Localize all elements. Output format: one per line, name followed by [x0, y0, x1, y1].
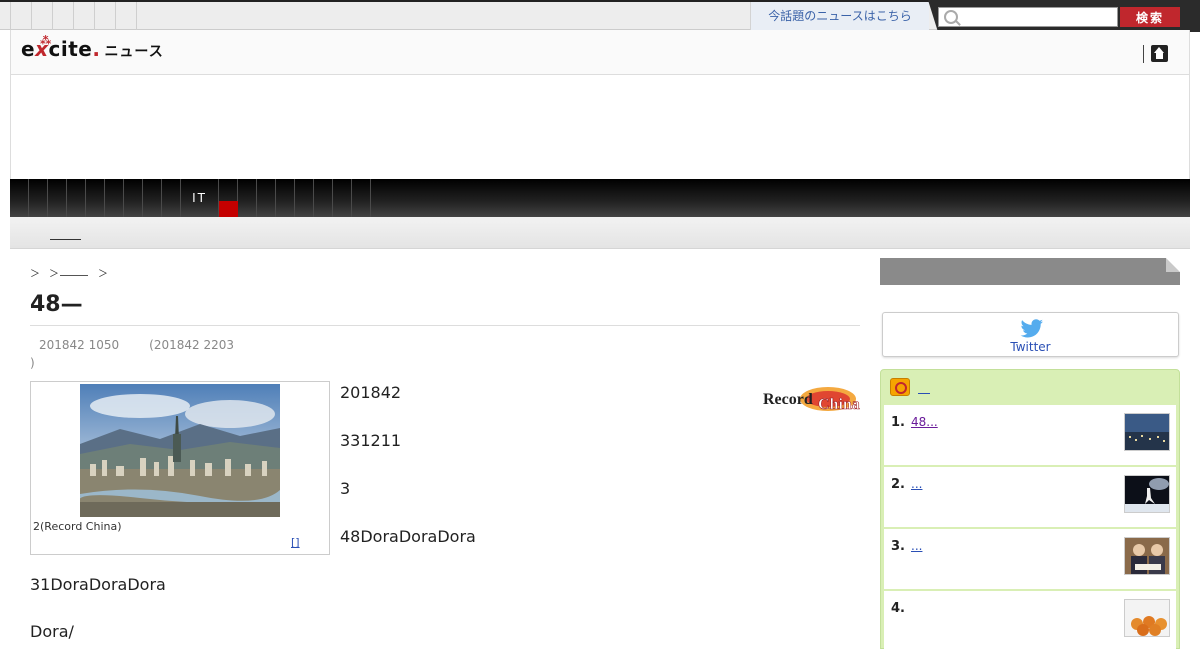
category-tab[interactable]: [352, 179, 371, 217]
divider: [1143, 45, 1144, 63]
logo-letter: e: [21, 37, 36, 61]
logo-dot: .: [92, 37, 101, 61]
rank-link[interactable]: 48...: [911, 415, 961, 429]
svg-text:Record: Record: [763, 391, 813, 408]
category-tab[interactable]: [67, 179, 86, 217]
search-button[interactable]: 検索: [1120, 7, 1180, 27]
svg-text:China: China: [818, 396, 860, 413]
utility-tab[interactable]: [10, 2, 32, 30]
rank-thumbnail[interactable]: [1124, 413, 1170, 451]
article-paragraph: 3: [340, 479, 351, 498]
published-date: 201842 1050: [39, 338, 120, 352]
breadcrumb-link[interactable]: [60, 265, 88, 276]
header-logo-row: ⁂ excite. ニュース: [10, 30, 1190, 75]
page-title: 48—: [30, 292, 83, 317]
divider: [30, 325, 860, 326]
ranking-title-link[interactable]: [918, 381, 930, 394]
ranking-list: 1. 48... 2. ... 3. ... 4.: [884, 405, 1176, 653]
article-paragraph: 31DoraDoraDora: [30, 575, 166, 594]
twitter-label: Twitter: [1010, 340, 1051, 354]
article-paragraph: 48DoraDoraDora: [340, 527, 476, 546]
category-tab[interactable]: [86, 179, 105, 217]
utility-tabs: [10, 2, 137, 30]
breadcrumb-separator: ＞: [30, 269, 40, 280]
city-skyline-image: [80, 384, 280, 517]
food-image: [1125, 600, 1169, 636]
article-dateline: 201842 1050 (201842 2203 ): [30, 336, 290, 372]
article-paragraph: Dora/: [30, 622, 74, 641]
category-tab[interactable]: [124, 179, 143, 217]
search-input[interactable]: [938, 7, 1118, 27]
category-tab[interactable]: [295, 179, 314, 217]
list-item[interactable]: 2. ...: [884, 467, 1176, 527]
article-photo[interactable]: [80, 384, 280, 517]
rank-number: 4.: [891, 601, 905, 616]
photo-more-link[interactable]: []: [291, 536, 325, 549]
category-tab[interactable]: [162, 179, 181, 217]
trending-news-link[interactable]: 今話題のニュースはこちら: [750, 2, 929, 30]
search-area: 検索: [928, 0, 1200, 32]
ranking-panel: 1. 48... 2. ... 3. ... 4.: [880, 369, 1180, 651]
category-tab[interactable]: [143, 179, 162, 217]
rank-link[interactable]: [911, 601, 925, 613]
list-item[interactable]: 1. 48...: [884, 405, 1176, 465]
article-paragraph: 331211: [340, 431, 402, 450]
rank-link[interactable]: ...: [911, 539, 945, 553]
twitter-icon: [1020, 319, 1043, 338]
utility-tab[interactable]: [95, 2, 116, 30]
category-tab[interactable]: [48, 179, 67, 217]
home-icon[interactable]: [1151, 45, 1168, 62]
category-tab[interactable]: [219, 179, 238, 217]
category-tab[interactable]: [238, 179, 257, 217]
rank-thumbnail[interactable]: [1124, 537, 1170, 575]
logo-spark-icon: ⁂: [40, 34, 52, 47]
rank-number: 1.: [891, 415, 905, 430]
category-tab[interactable]: [29, 179, 48, 217]
top-utility-bar: 今話題のニュースはこちら 検索: [0, 0, 1200, 32]
breadcrumb: ＞ ＞ ＞: [30, 265, 117, 280]
category-tab[interactable]: IT: [181, 179, 219, 217]
rank-thumbnail[interactable]: [1124, 475, 1170, 513]
utility-tab[interactable]: [116, 2, 137, 30]
breadcrumb-separator: ＞: [98, 269, 108, 280]
category-tab[interactable]: [257, 179, 276, 217]
rank-number: 3.: [891, 539, 905, 554]
sub-nav: [10, 217, 1190, 249]
search-icon: [944, 10, 958, 24]
category-nav: IT: [10, 179, 1190, 217]
list-item[interactable]: 4.: [884, 591, 1176, 651]
utility-tab[interactable]: [32, 2, 53, 30]
utility-tab[interactable]: [53, 2, 74, 30]
rank-thumbnail[interactable]: [1124, 599, 1170, 637]
skater-image: [1125, 476, 1169, 512]
city-night-image: [1125, 414, 1169, 450]
people-image: [1125, 538, 1169, 574]
utility-tab[interactable]: [74, 2, 95, 30]
category-tab[interactable]: [333, 179, 352, 217]
category-tab[interactable]: [314, 179, 333, 217]
article-photo-box: 2(Record China) []: [30, 381, 330, 555]
sub-nav-link[interactable]: [50, 225, 81, 240]
ranking-icon: [890, 378, 910, 396]
breadcrumb-separator: ＞: [49, 269, 59, 280]
sidebar-header-bar: [880, 258, 1180, 285]
list-item[interactable]: 3. ...: [884, 529, 1176, 589]
article-paragraph: 201842: [340, 383, 402, 402]
record-china-logo: Record China: [763, 387, 860, 413]
rank-link[interactable]: ...: [911, 477, 977, 491]
category-tab[interactable]: [105, 179, 124, 217]
logo-news-label: ニュース: [104, 44, 164, 60]
category-tab[interactable]: [276, 179, 295, 217]
rank-number: 2.: [891, 477, 905, 492]
category-tab[interactable]: [10, 179, 29, 217]
updated-date-close: ): [30, 356, 35, 370]
ad-banner-area: [10, 75, 1190, 179]
updated-date: (201842 2203: [149, 338, 235, 352]
site-logo[interactable]: ⁂ excite. ニュース: [21, 34, 164, 61]
logo-letters: cite: [48, 37, 93, 61]
photo-caption: 2(Record China): [33, 520, 122, 533]
twitter-follow-button[interactable]: Twitter: [882, 312, 1179, 357]
